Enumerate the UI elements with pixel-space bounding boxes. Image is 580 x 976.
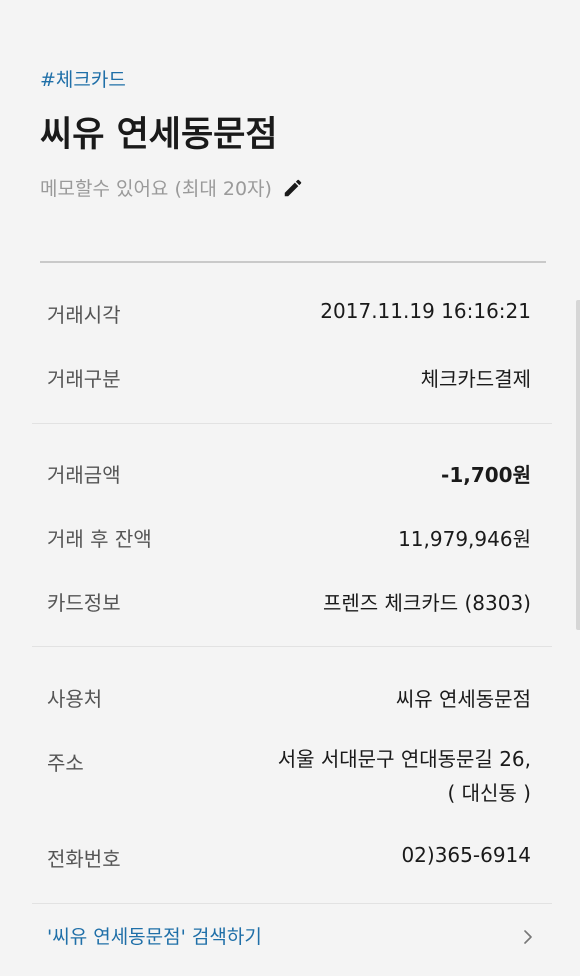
memo-placeholder[interactable]: 메모할수 있어요 (최대 20자) — [40, 174, 272, 201]
search-merchant-label[interactable]: '씨유 연세동문점' 검색하기 — [47, 922, 262, 949]
address-line1: 서울 서대문구 연대동문길 26, — [277, 747, 531, 771]
row-amount: 거래금액 -1,700원 — [47, 459, 531, 488]
row-phone: 전화번호 02)365-6914 — [47, 843, 531, 872]
row-card-info: 카드정보 프렌즈 체크카드 (8303) — [47, 587, 531, 616]
header-divider — [40, 261, 546, 263]
section-divider — [32, 423, 552, 424]
phone-label: 전화번호 — [47, 847, 121, 871]
transaction-time-value: 2017.11.19 16:16:21 — [320, 299, 531, 323]
transaction-type-label: 거래구분 — [47, 367, 121, 391]
memo-row[interactable]: 메모할수 있어요 (최대 20자) — [40, 174, 304, 201]
row-balance: 거래 후 잔액 11,979,946원 — [47, 523, 531, 552]
merchant-label: 사용처 — [47, 687, 103, 711]
row-address: 주소 서울 서대문구 연대동문길 26, ( 대신동 ) — [47, 747, 531, 810]
merchant-value: 씨유 연세동문점 — [395, 687, 531, 711]
category-hashtag[interactable]: #체크카드 — [40, 65, 126, 92]
address-line2: ( 대신동 ) — [447, 781, 531, 805]
amount-label: 거래금액 — [47, 463, 121, 487]
row-transaction-type: 거래구분 체크카드결제 — [47, 363, 531, 392]
transaction-time-label: 거래시각 — [47, 303, 121, 327]
amount-value: -1,700원 — [441, 463, 531, 487]
balance-label: 거래 후 잔액 — [47, 527, 152, 551]
card-info-label: 카드정보 — [47, 591, 121, 615]
page-title: 씨유 연세동문점 — [40, 115, 278, 155]
transaction-type-value: 체크카드결제 — [420, 367, 531, 391]
card-info-value: 프렌즈 체크카드 (8303) — [322, 591, 531, 615]
section-divider — [32, 903, 552, 904]
search-merchant-button[interactable]: '씨유 연세동문점' 검색하기 — [47, 922, 535, 949]
row-merchant: 사용처 씨유 연세동문점 — [47, 683, 531, 712]
balance-value: 11,979,946원 — [398, 527, 531, 551]
pencil-icon[interactable] — [282, 177, 304, 199]
section-divider — [32, 646, 552, 647]
address-label: 주소 — [47, 751, 84, 775]
address-value: 서울 서대문구 연대동문길 26, ( 대신동 ) — [278, 742, 531, 810]
phone-value[interactable]: 02)365-6914 — [401, 843, 531, 867]
row-transaction-time: 거래시각 2017.11.19 16:16:21 — [47, 299, 531, 328]
chevron-right-icon[interactable] — [521, 929, 535, 944]
scrollbar[interactable] — [576, 300, 580, 630]
